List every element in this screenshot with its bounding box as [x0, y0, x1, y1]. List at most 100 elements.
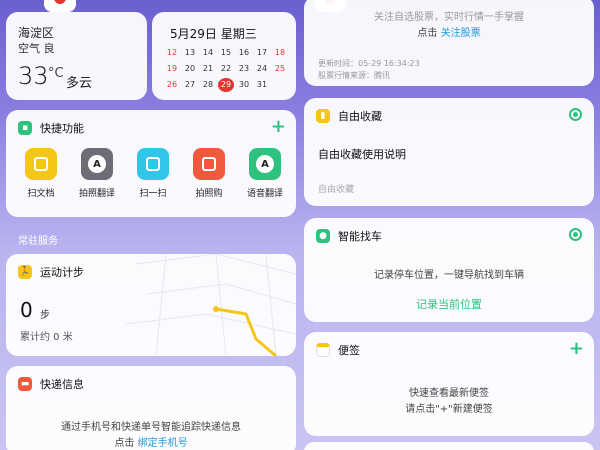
- resident-services-label: 常驻服务: [18, 236, 58, 247]
- left-column: 海淀区 空气 良 33 °C 多云 5月29日 星期三 12 13 14 15 16 17…: [4, 0, 298, 450]
- glyph-frame: [146, 157, 160, 171]
- add-icon[interactable]: +: [271, 116, 286, 137]
- calendar-day[interactable]: 29: [218, 78, 234, 92]
- right-column: 关注自选股票，实时行情一手掌握 点击 关注股票 更新时间：05-29 16:34…: [302, 0, 596, 450]
- calendar-day[interactable]: 14: [200, 46, 216, 60]
- notes-card: 便签 + 快速查看最新便签 请点击"+"新建便签: [304, 332, 594, 436]
- quick-header: ▪ 快捷功能: [18, 120, 84, 136]
- quick-item[interactable]: 扫一扫: [128, 148, 178, 199]
- step-count: 0: [20, 298, 33, 322]
- air-label: 空气: [18, 42, 40, 55]
- calendar-week-row: 12 13 14 15 16 17 18: [164, 46, 288, 60]
- location-pin-icon: ●: [316, 229, 330, 243]
- express-header: ▬ 快递信息: [18, 376, 84, 392]
- air-value: 良: [43, 42, 55, 55]
- quick-item[interactable]: 拍照购: [184, 148, 234, 199]
- scan-icon: [137, 148, 169, 180]
- weather-card[interactable]: 海淀区 空气 良 33 °C 多云: [6, 12, 147, 100]
- calendar-day[interactable]: 28: [200, 78, 216, 92]
- glyph-frame: [34, 157, 48, 171]
- settings-icon[interactable]: [569, 108, 582, 121]
- quick-item-label: 扫文档: [27, 189, 55, 199]
- steps-header: 🏃 运动计步: [18, 264, 84, 280]
- favorites-title: 自由收藏: [338, 110, 382, 123]
- calendar-day[interactable]: 15: [218, 46, 234, 60]
- quick-item[interactable]: A 拍照翻译: [72, 148, 122, 199]
- quick-functions-card: ▪ 快捷功能 + 扫文档 A 拍照翻译 扫一扫 拍照购 A 语音翻译: [6, 110, 296, 217]
- express-prefix: 点击: [114, 438, 135, 449]
- stocks-top-text: 关注自选股票，实时行情一手掌握: [374, 12, 524, 23]
- calendar-day[interactable]: 27: [182, 78, 198, 92]
- quick-item[interactable]: 扫文档: [16, 148, 66, 199]
- calendar-day[interactable]: 17: [254, 46, 270, 60]
- calendar-day[interactable]: 25: [272, 62, 288, 76]
- calendar-day[interactable]: 31: [254, 78, 270, 92]
- notes-line2: 请点击"+"新建便签: [405, 404, 493, 415]
- calendar-day[interactable]: 22: [218, 62, 234, 76]
- add-note-icon[interactable]: +: [569, 338, 584, 359]
- document-scan-icon: [25, 148, 57, 180]
- express-desc: 通过手机号和快递单号智能追踪快递信息: [61, 422, 241, 433]
- step-counter-card[interactable]: 🏃 运动计步 0 步 累计约 0 米: [6, 254, 296, 356]
- app-icon-partial[interactable]: [44, 0, 76, 12]
- calendar-date-title: 5月29日 星期三: [170, 27, 257, 41]
- quick-items: 扫文档 A 拍照翻译 扫一扫 拍照购 A 语音翻译: [16, 148, 290, 199]
- stocks-follow-line: 点击 关注股票: [304, 24, 594, 39]
- glyph-frame: [202, 157, 216, 171]
- express-bind-line: 点击 绑定手机号: [6, 434, 296, 449]
- stocks-prefix: 点击: [417, 28, 438, 39]
- temperature-unit: °C: [48, 66, 64, 81]
- bind-phone-link[interactable]: 绑定手机号: [138, 438, 188, 449]
- notes-line1: 快速查看最新便签: [409, 388, 489, 399]
- weather-condition: 多云: [66, 76, 93, 91]
- note-icon: [316, 343, 330, 357]
- air-quality: 空气 良: [18, 40, 55, 56]
- record-location-button[interactable]: 记录当前位置: [304, 296, 594, 312]
- running-icon: 🏃: [18, 265, 32, 279]
- photo-translate-icon: A: [81, 148, 113, 180]
- camera-shop-icon: [193, 148, 225, 180]
- parking-title: 智能找车: [338, 230, 382, 243]
- calendar-day: [272, 78, 288, 92]
- quick-item-label: 拍照翻译: [78, 189, 115, 199]
- parking-card: ● 智能找车 记录停车位置，一键导航找到车辆 记录当前位置: [304, 218, 594, 322]
- map-background-icon: [126, 254, 296, 356]
- calendar-day[interactable]: 30: [236, 78, 252, 92]
- calendar-day[interactable]: 16: [236, 46, 252, 60]
- calendar-day[interactable]: 21: [200, 62, 216, 76]
- calendar-day[interactable]: 18: [272, 46, 288, 60]
- calendar-day[interactable]: 12: [164, 46, 180, 60]
- calendar-day[interactable]: 24: [254, 62, 270, 76]
- calendar-card[interactable]: 5月29日 星期三 12 13 14 15 16 17 18 19 20 21 22 23 24 25 …: [152, 12, 296, 100]
- parking-desc: 记录停车位置，一键导航找到车辆: [374, 270, 524, 281]
- calendar-day[interactable]: 13: [182, 46, 198, 60]
- notes-title: 便签: [338, 344, 360, 357]
- quick-item-label: 语音翻译: [246, 189, 283, 199]
- calendar-week-row: 26 27 28 29 30 31: [164, 78, 288, 92]
- express-title: 快递信息: [40, 378, 84, 391]
- next-card-partial: [304, 442, 594, 450]
- glyph-letter: A: [256, 155, 274, 173]
- follow-stocks-link[interactable]: 关注股票: [441, 28, 481, 39]
- notes-header: 便签: [316, 342, 360, 358]
- grid-apps-icon: ▪: [18, 121, 32, 135]
- steps-title: 运动计步: [40, 266, 84, 279]
- stocks-source: 股票行情来源：腾讯: [318, 71, 390, 80]
- settings-icon[interactable]: [569, 228, 582, 241]
- weather-district: 海淀区: [18, 26, 55, 40]
- favorites-hint: 自由收藏: [318, 185, 355, 195]
- calendar-week-row: 19 20 21 22 23 24 25: [164, 62, 288, 76]
- calendar-day[interactable]: 19: [164, 62, 180, 76]
- step-unit: 步: [40, 310, 50, 321]
- parking-header: ● 智能找车: [316, 228, 382, 244]
- calendar-day[interactable]: 23: [236, 62, 252, 76]
- stocks-updated: 更新时间：05-29 16:34:23: [318, 59, 420, 68]
- quick-item[interactable]: A 语音翻译: [240, 148, 290, 199]
- bookmark-icon: ▮: [316, 109, 330, 123]
- quick-item-label: 扫一扫: [139, 189, 167, 199]
- truck-icon: ▬: [18, 377, 32, 391]
- calendar-day[interactable]: 20: [182, 62, 198, 76]
- calendar-day[interactable]: 26: [164, 78, 180, 92]
- favorites-guide[interactable]: 自由收藏使用说明: [318, 146, 406, 162]
- favorites-header: ▮ 自由收藏: [316, 108, 382, 124]
